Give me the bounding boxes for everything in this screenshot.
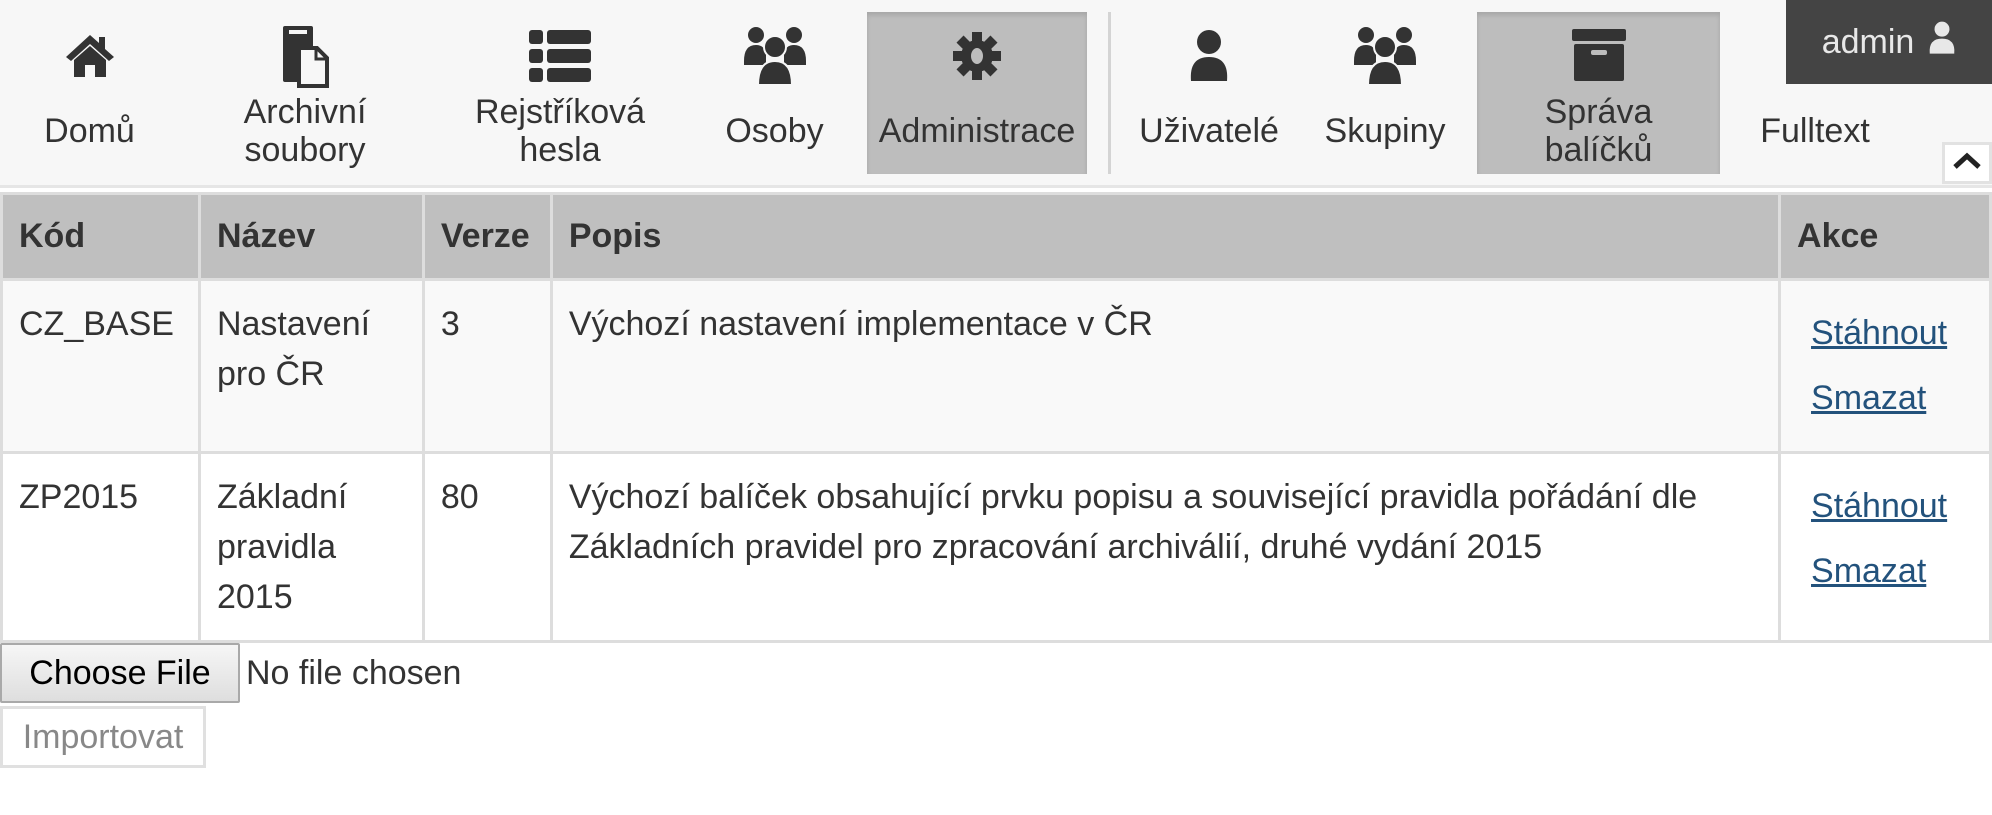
file-copy-icon xyxy=(281,20,329,92)
username: admin xyxy=(1821,22,1915,61)
list-icon xyxy=(529,20,591,92)
column-header-name: Název xyxy=(197,192,425,281)
nav-item-groups[interactable]: Skupiny xyxy=(1310,12,1460,174)
download-link[interactable]: Stáhnout xyxy=(1811,474,1959,539)
gear-icon xyxy=(951,20,1003,92)
user-icon xyxy=(1189,20,1229,92)
file-status-text: No file chosen xyxy=(246,653,462,692)
nav-item-persons[interactable]: Osoby xyxy=(712,12,837,174)
nav-item-archive-files[interactable]: Archivní soubory xyxy=(200,12,410,174)
nav-item-label: Uživatelé xyxy=(1139,112,1279,150)
cell-actions: Stáhnout Smazat xyxy=(1778,451,1992,643)
collapse-navbar-button[interactable] xyxy=(1942,142,1992,184)
nav-item-home[interactable]: Domů xyxy=(12,12,167,174)
table-header-row: Kód Název Verze Popis Akce xyxy=(0,192,1992,281)
users-icon xyxy=(742,20,808,92)
delete-link[interactable]: Smazat xyxy=(1811,366,1959,431)
cell-version: 80 xyxy=(421,451,553,643)
cell-name: Nastavení pro ČR xyxy=(197,278,425,454)
column-header-actions: Akce xyxy=(1778,192,1992,281)
cell-actions: Stáhnout Smazat xyxy=(1778,278,1992,454)
nav-item-label: Správa balíčků xyxy=(1544,93,1653,169)
cell-code: CZ_BASE xyxy=(0,278,201,454)
nav-item-label: Archivní soubory xyxy=(243,93,367,169)
archive-box-icon xyxy=(1571,20,1626,92)
nav-item-label: Osoby xyxy=(725,112,824,150)
users-icon xyxy=(1352,20,1418,92)
cell-name: Základní pravidla 2015 xyxy=(197,451,425,643)
column-header-description: Popis xyxy=(549,192,1782,281)
chevron-up-icon xyxy=(1952,151,1982,176)
nav-item-users[interactable]: Uživatelé xyxy=(1130,12,1288,174)
nav-item-label: Administrace xyxy=(878,112,1076,150)
choose-file-button[interactable]: Choose File xyxy=(0,643,240,703)
cell-description: Výchozí nastavení implementace v ČR xyxy=(549,278,1782,454)
nav-item-label: Rejstříková hesla xyxy=(474,93,646,169)
nav-item-label: Skupiny xyxy=(1324,112,1446,150)
delete-link[interactable]: Smazat xyxy=(1811,539,1959,604)
file-input: Choose File No file chosen xyxy=(0,643,461,703)
packages-table: Kód Název Verze Popis Akce CZ_BASE Nasta… xyxy=(0,192,1992,643)
home-icon xyxy=(63,20,117,92)
nav-item-label: Domů xyxy=(44,112,135,150)
user-icon xyxy=(1928,21,1956,64)
import-button[interactable]: Importovat xyxy=(0,706,206,768)
table-row: CZ_BASE Nastavení pro ČR 3 Výchozí nasta… xyxy=(0,278,1992,454)
nav-divider xyxy=(1108,12,1111,174)
nav-item-package-management[interactable]: Správa balíčků xyxy=(1477,12,1720,174)
cell-description: Výchozí balíček obsahující prvku popisu … xyxy=(549,451,1782,643)
nav-item-label: Fulltext xyxy=(1760,112,1870,150)
column-header-version: Verze xyxy=(421,192,553,281)
user-menu-button[interactable]: admin xyxy=(1786,0,1992,84)
column-header-code: Kód xyxy=(0,192,201,281)
cell-version: 3 xyxy=(421,278,553,454)
table-row: ZP2015 Základní pravidla 2015 80 Výchozí… xyxy=(0,451,1992,643)
cell-code: ZP2015 xyxy=(0,451,201,643)
download-link[interactable]: Stáhnout xyxy=(1811,301,1959,366)
nav-item-administration[interactable]: Administrace xyxy=(867,12,1087,174)
nav-item-index-terms[interactable]: Rejstříková hesla xyxy=(445,12,675,174)
main-navbar: Domů Archivní soubory Rejstříková hesla … xyxy=(0,0,1992,188)
